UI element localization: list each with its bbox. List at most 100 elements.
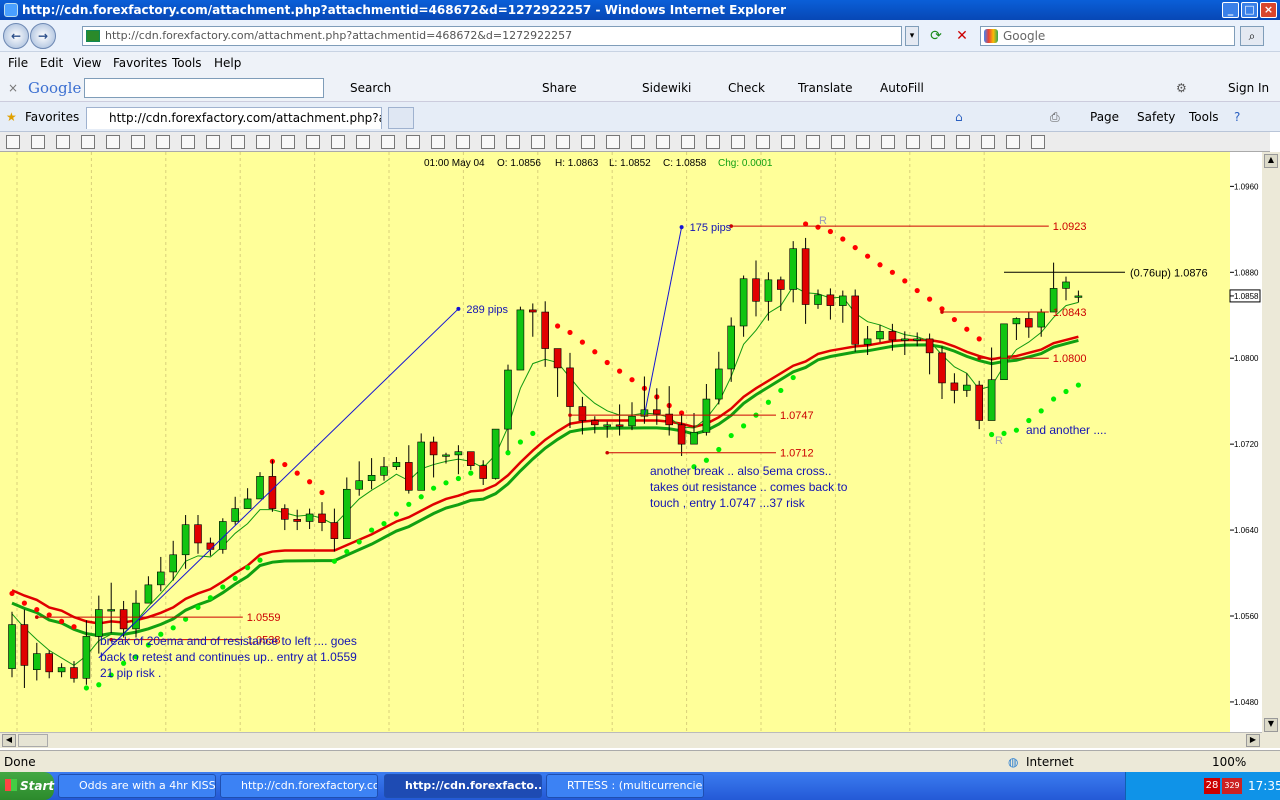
chart-tool-icon[interactable]	[356, 135, 370, 149]
chart-tool-icon[interactable]	[556, 135, 570, 149]
chart-tool-icon[interactable]	[831, 135, 845, 149]
chart-tool-icon[interactable]	[731, 135, 745, 149]
chart-tool-icon[interactable]	[506, 135, 520, 149]
chart-tool-icon[interactable]	[981, 135, 995, 149]
sar-dot-bear	[964, 326, 970, 332]
scroll-left-arrow[interactable]: ◀	[2, 734, 16, 747]
task-button-active[interactable]: http://cdn.forexfacto...	[384, 774, 542, 798]
chart-tool-icon[interactable]	[381, 135, 395, 149]
chart-tool-icon[interactable]	[656, 135, 670, 149]
menu-edit[interactable]: Edit	[40, 52, 63, 74]
chart-tool-icon[interactable]	[106, 135, 120, 149]
sar-dot-bear	[307, 479, 313, 485]
chart-tool-icon[interactable]	[231, 135, 245, 149]
scroll-right-arrow[interactable]: ▶	[1246, 734, 1260, 747]
search-icon[interactable]: ⌕	[1240, 26, 1264, 46]
menu-view[interactable]: View	[73, 52, 101, 74]
command-page[interactable]: Page	[1090, 102, 1119, 132]
new-tab-button[interactable]	[388, 107, 414, 129]
menu-tools[interactable]: Tools	[172, 52, 202, 74]
horizontal-scroll-thumb[interactable]	[18, 734, 48, 747]
chart-tool-icon[interactable]	[281, 135, 295, 149]
chart-tool-icon[interactable]	[406, 135, 420, 149]
chart-tool-icon[interactable]	[806, 135, 820, 149]
tray-badge[interactable]: 28	[1204, 778, 1220, 794]
chart-tool-icon[interactable]	[306, 135, 320, 149]
chart-tool-icon[interactable]	[1031, 135, 1045, 149]
level-anchor	[568, 413, 572, 417]
chart-tool-icon[interactable]	[481, 135, 495, 149]
chart-tool-icon[interactable]	[156, 135, 170, 149]
chart-tool-icon[interactable]	[56, 135, 70, 149]
chart-tool-icon[interactable]	[631, 135, 645, 149]
toolbar-check[interactable]: Check	[728, 74, 765, 102]
chart-tool-icon[interactable]	[206, 135, 220, 149]
task-button[interactable]: http://cdn.forexfactory.co...	[220, 774, 378, 798]
command-safety[interactable]: Safety	[1137, 102, 1175, 132]
command-tools[interactable]: Tools	[1189, 102, 1219, 132]
tray-badge[interactable]: 329	[1222, 778, 1242, 794]
address-dropdown[interactable]: ▾	[905, 26, 919, 46]
help-icon[interactable]: ?	[1234, 102, 1240, 132]
chart-tool-icon[interactable]	[856, 135, 870, 149]
chart-tool-icon[interactable]	[581, 135, 595, 149]
menu-file[interactable]: File	[8, 52, 28, 74]
maximize-button[interactable]: □	[1241, 2, 1258, 18]
chart-tool-icon[interactable]	[681, 135, 695, 149]
task-button[interactable]: RTTESS : (multicurrencie...	[546, 774, 704, 798]
chart-tool-icon[interactable]	[256, 135, 270, 149]
wrench-icon[interactable]: ⚙	[1176, 74, 1187, 102]
toolbar-search[interactable]: Search	[350, 74, 391, 102]
tab-current[interactable]: http://cdn.forexfactory.com/attachment.p…	[86, 107, 382, 129]
candle-body	[876, 331, 884, 340]
menu-help[interactable]: Help	[214, 52, 241, 74]
toolbar-sign-in[interactable]: Sign In	[1228, 74, 1269, 102]
home-icon[interactable]: ⌂	[955, 102, 963, 132]
favorites-label[interactable]: Favorites	[25, 102, 79, 132]
chart-tool-icon[interactable]	[131, 135, 145, 149]
toolbar-translate[interactable]: Translate	[798, 74, 853, 102]
chart-tool-icon[interactable]	[781, 135, 795, 149]
close-button[interactable]: ×	[1260, 2, 1277, 18]
toolbar-autofill[interactable]: AutoFill	[880, 74, 924, 102]
chart-tool-icon[interactable]	[1006, 135, 1020, 149]
window-title: http://cdn.forexfactory.com/attachment.p…	[22, 3, 787, 17]
zoom-level[interactable]: 100%	[1212, 751, 1246, 773]
horizontal-scrollbar[interactable]: ◀ ▶	[0, 732, 1262, 748]
minimize-button[interactable]: _	[1222, 2, 1239, 18]
forward-button[interactable]: →	[30, 23, 56, 49]
sar-dot-bull	[257, 557, 263, 563]
vertical-scrollbar[interactable]: ▲ ▼	[1262, 152, 1280, 748]
close-toolbar-icon[interactable]: ×	[8, 74, 18, 102]
candle-body	[851, 295, 860, 345]
search-input[interactable]: Google	[980, 26, 1235, 46]
chart-tool-icon[interactable]	[606, 135, 620, 149]
toolbar-sidewiki[interactable]: Sidewiki	[642, 74, 691, 102]
task-button[interactable]: Odds are with a 4hr KISS ...	[58, 774, 216, 798]
address-input[interactable]: http://cdn.forexfactory.com/attachment.p…	[82, 26, 902, 46]
chart-tool-icon[interactable]	[456, 135, 470, 149]
chart-tool-icon[interactable]	[531, 135, 545, 149]
chart-tool-icon[interactable]	[331, 135, 345, 149]
chart-tool-icon[interactable]	[181, 135, 195, 149]
refresh-icon[interactable]: ⟳	[926, 26, 946, 46]
back-button[interactable]: ←	[3, 23, 29, 49]
chart-tool-icon[interactable]	[881, 135, 895, 149]
toolbar-share[interactable]: Share	[542, 74, 577, 102]
menu-favorites[interactable]: Favorites	[113, 52, 167, 74]
chart-tool-icon[interactable]	[756, 135, 770, 149]
stop-icon[interactable]: ✕	[952, 26, 972, 46]
scroll-up-arrow[interactable]: ▲	[1264, 154, 1278, 168]
chart-tool-icon[interactable]	[431, 135, 445, 149]
chart-tool-icon[interactable]	[31, 135, 45, 149]
chart-tool-icon[interactable]	[81, 135, 95, 149]
scroll-down-arrow[interactable]: ▼	[1264, 718, 1278, 732]
chart-tool-icon[interactable]	[6, 135, 20, 149]
chart-tool-icon[interactable]	[931, 135, 945, 149]
candle-body	[1025, 318, 1033, 328]
chart-tool-icon[interactable]	[906, 135, 920, 149]
google-toolbar-input[interactable]	[84, 78, 324, 98]
print-icon[interactable]: ⎙	[1050, 102, 1060, 132]
chart-tool-icon[interactable]	[956, 135, 970, 149]
chart-tool-icon[interactable]	[706, 135, 720, 149]
